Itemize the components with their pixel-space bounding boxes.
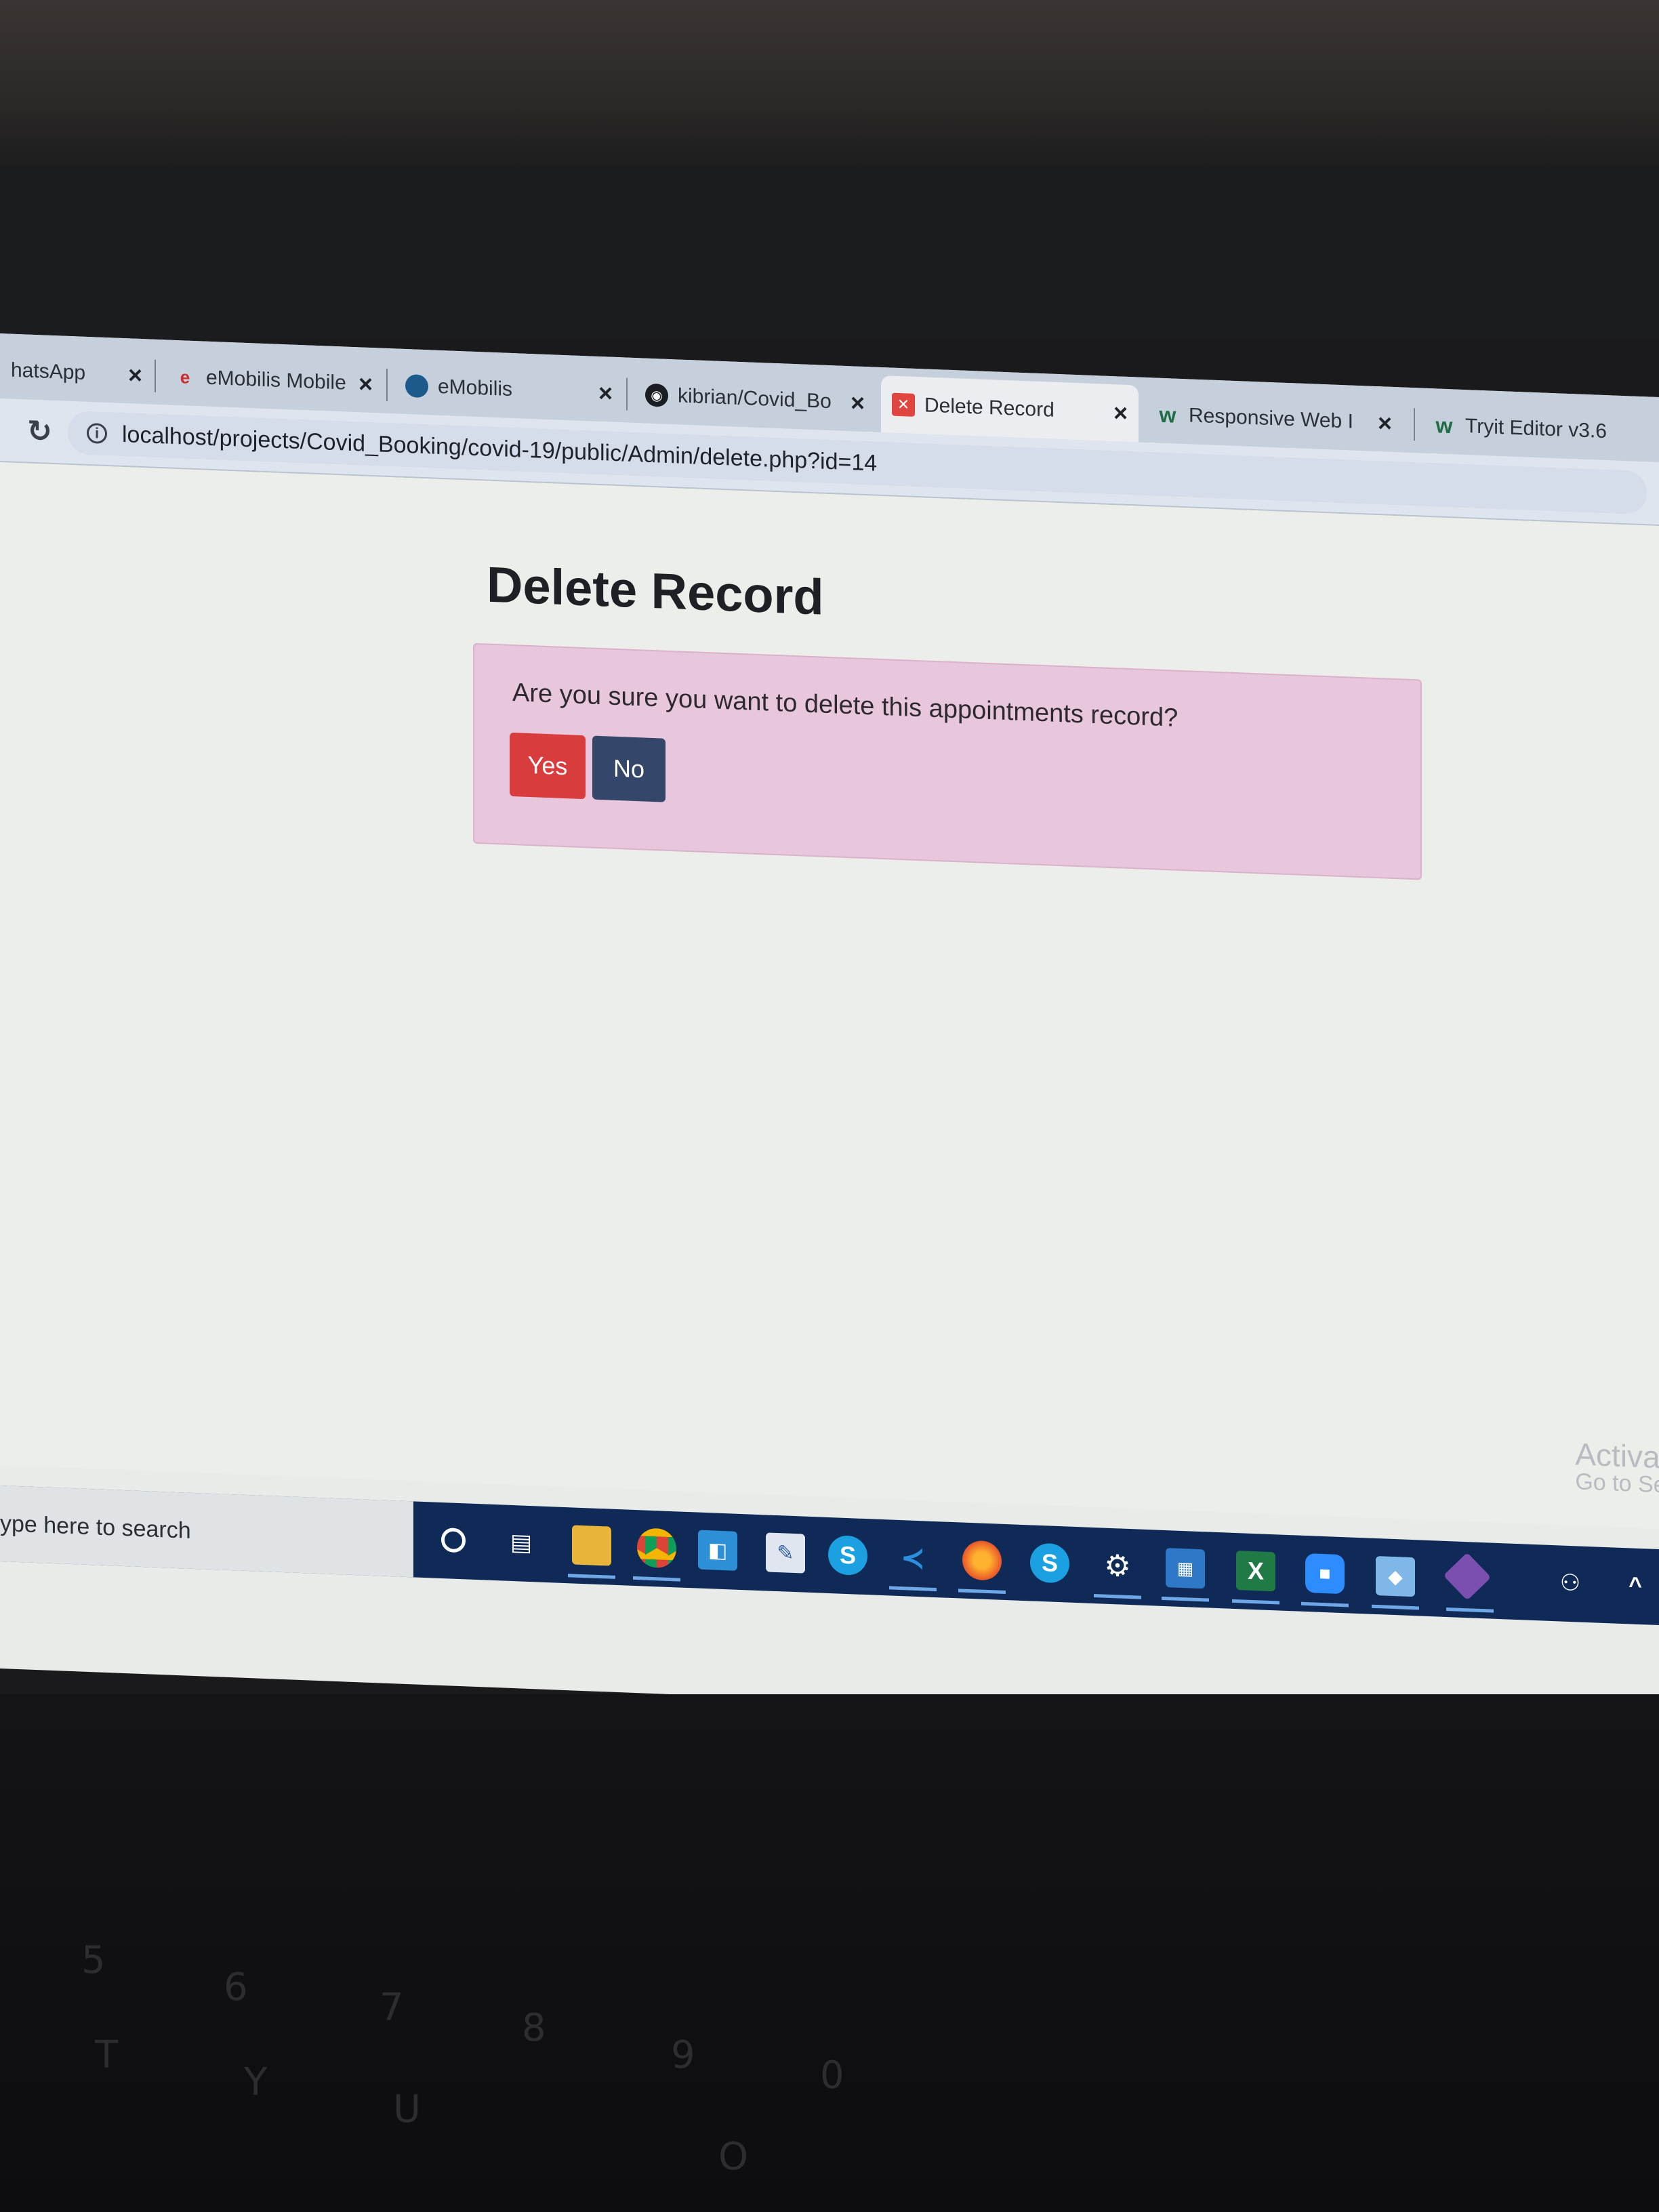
tab-label: kibrian/Covid_Bo [678, 384, 832, 413]
active-app-indicator [1232, 1599, 1279, 1605]
task-view-icon[interactable]: ▤ [501, 1522, 541, 1563]
monitor-bezel [0, 169, 1659, 339]
tab-separator [155, 359, 156, 392]
tab-close-icon[interactable]: × [359, 369, 373, 398]
keyboard-key: 0 [820, 2053, 844, 2097]
edge-favicon-icon: e [180, 366, 190, 388]
settings-icon[interactable]: ⚙ [1098, 1545, 1137, 1586]
windows-activation-watermark: Activate Go to Sett [1575, 1436, 1659, 1499]
tab-separator [626, 377, 628, 411]
keyboard-key: O [718, 2135, 749, 2179]
tab-emobilis-mobile[interactable]: e eMobilis Mobile T × [163, 348, 384, 413]
reload-icon[interactable]: ↻ [27, 413, 52, 449]
site-info-icon[interactable]: i [87, 422, 107, 445]
globe-favicon-icon [405, 373, 428, 398]
tab-close-icon[interactable]: × [128, 361, 142, 390]
active-app-indicator [633, 1576, 680, 1582]
active-app-indicator [1094, 1594, 1141, 1599]
keyboard-key: U [393, 2087, 421, 2131]
tab-emobilis[interactable]: eMobilis × [394, 356, 623, 422]
yes-button[interactable]: Yes [510, 732, 586, 800]
tab-label: eMobilis Mobile T [206, 366, 349, 395]
active-app-indicator [1372, 1604, 1419, 1610]
page-title: Delete Record [487, 556, 824, 626]
no-button[interactable]: No [592, 735, 665, 802]
cortana-icon[interactable] [434, 1520, 473, 1561]
tab-separator [1414, 408, 1415, 441]
tab-tryit-editor[interactable]: w Tryit Editor v3.6 [1422, 396, 1659, 462]
go-to-settings-text: Go to Sett [1575, 1469, 1659, 1499]
monitor-screen: hatsApp × e eMobilis Mobile T × eMobilis… [0, 333, 1659, 1733]
keyboard-key: 5 [81, 1938, 106, 1982]
tab-delete-record[interactable]: ✕ Delete Record × [881, 375, 1139, 443]
keyboard-key: 6 [224, 1965, 248, 2009]
active-app-indicator [1301, 1601, 1349, 1607]
paint-icon[interactable]: ✎ [766, 1532, 805, 1574]
skype-icon[interactable]: S [828, 1534, 867, 1576]
app-icon[interactable]: ◧ [698, 1530, 737, 1571]
people-icon[interactable]: ⚇ [1551, 1563, 1590, 1603]
vscode-icon[interactable]: ≺ [893, 1538, 933, 1578]
keyboard-key: Y [244, 2060, 268, 2104]
tab-label: Responsive Web I [1189, 404, 1353, 433]
tab-github[interactable]: ◉ kibrian/Covid_Bo × [634, 366, 876, 432]
firefox-icon[interactable] [962, 1540, 1002, 1581]
tab-label: hatsApp [11, 359, 86, 384]
file-explorer-icon[interactable] [572, 1525, 611, 1566]
active-app-indicator [1162, 1596, 1209, 1602]
photos-icon[interactable]: ◆ [1376, 1555, 1415, 1597]
confirmation-message: Are you sure you want to delete this app… [512, 678, 1179, 733]
tab-responsive-web[interactable]: w Responsive Web I × [1145, 386, 1403, 453]
chevron-up-icon[interactable]: ^ [1616, 1565, 1655, 1606]
excel-icon[interactable]: X [1236, 1551, 1275, 1592]
tab-close-icon[interactable]: × [598, 379, 613, 408]
tab-close-icon[interactable]: × [851, 388, 865, 417]
chrome-icon[interactable] [637, 1528, 676, 1569]
tab-label: Tryit Editor v3.6 [1465, 415, 1607, 443]
github-favicon-icon: ◉ [645, 383, 668, 407]
tab-close-icon[interactable]: × [1378, 409, 1392, 438]
active-app-indicator [1446, 1607, 1494, 1613]
address-url[interactable]: localhost/projects/Covid_Booking/covid-1… [122, 421, 877, 476]
laptop-keyboard: 5 6 7 8 9 0 T Y U O [0, 1694, 1659, 2212]
search-placeholder: ype here to search [0, 1510, 191, 1544]
tab-label: eMobilis [438, 375, 513, 401]
delete-confirmation-alert: Are you sure you want to delete this app… [473, 642, 1422, 880]
tab-close-icon[interactable]: × [1113, 398, 1128, 428]
keyboard-key: 8 [522, 2006, 546, 2050]
active-app-indicator [958, 1589, 1006, 1595]
tab-whatsapp[interactable]: hatsApp × [0, 342, 153, 405]
background-wall [0, 0, 1659, 169]
active-app-indicator [568, 1574, 615, 1579]
gitkraken-icon[interactable] [1443, 1552, 1492, 1601]
keyboard-key: T [95, 2033, 119, 2077]
w3schools-favicon-icon: w [1159, 402, 1176, 428]
keyboard-key: 7 [380, 1986, 404, 2030]
tab-label: Delete Record [924, 394, 1054, 422]
keyboard-key: 9 [671, 2033, 695, 2077]
xampp-favicon-icon: ✕ [892, 392, 915, 417]
zoom-icon[interactable]: ■ [1305, 1553, 1345, 1595]
active-app-indicator [889, 1586, 937, 1592]
outlook-icon[interactable]: ▦ [1166, 1548, 1205, 1589]
page-content: Delete Record Are you sure you want to d… [0, 462, 1659, 1530]
taskbar-search-box[interactable]: ype here to search [0, 1486, 413, 1578]
w3schools-favicon-icon: w [1435, 412, 1453, 438]
skype-business-icon[interactable]: S [1030, 1542, 1069, 1584]
tab-separator [386, 368, 388, 401]
